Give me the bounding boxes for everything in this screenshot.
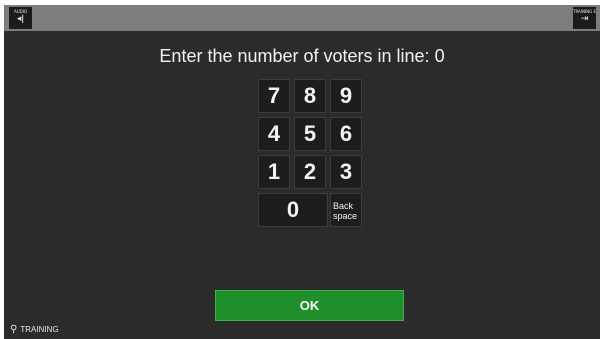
audio-button-caption: AUDIO bbox=[13, 9, 28, 14]
exit-icon: ⇥ bbox=[580, 14, 589, 24]
voter-count-prompt: Enter the number of voters in line: 0 bbox=[159, 46, 445, 66]
lightbulb-icon: ⚲ bbox=[10, 324, 18, 335]
speaker-icon: ◂ǀ bbox=[16, 14, 25, 24]
backspace-label-line1: Back bbox=[333, 201, 354, 211]
training-status: ⚲ TRAINING bbox=[10, 323, 59, 337]
ok-button[interactable]: OK bbox=[215, 290, 404, 321]
training-label: TRAINING bbox=[20, 325, 59, 334]
audio-button[interactable]: AUDIO ◂ǀ bbox=[9, 7, 32, 29]
key-4[interactable]: 4 bbox=[258, 117, 290, 151]
key-7[interactable]: 7 bbox=[258, 79, 290, 113]
key-9[interactable]: 9 bbox=[330, 79, 362, 113]
numeric-keypad: 7 8 9 4 5 6 1 2 3 0 Back space bbox=[258, 79, 362, 231]
key-1[interactable]: 1 bbox=[258, 155, 290, 189]
key-6[interactable]: 6 bbox=[330, 117, 362, 151]
exit-button-caption: TRAINING EXIT bbox=[573, 9, 596, 14]
screen: AUDIO ◂ǀ TRAINING EXIT ⇥ Enter the numbe… bbox=[4, 5, 600, 339]
exit-training-button[interactable]: TRAINING EXIT ⇥ bbox=[573, 7, 596, 29]
key-2[interactable]: 2 bbox=[294, 155, 326, 189]
backspace-label-line2: space bbox=[333, 211, 358, 221]
top-bar: AUDIO ◂ǀ TRAINING EXIT ⇥ bbox=[4, 5, 600, 31]
backspace-key[interactable]: Back space bbox=[330, 193, 362, 227]
key-0[interactable]: 0 bbox=[258, 193, 328, 227]
key-8[interactable]: 8 bbox=[294, 79, 326, 113]
key-5[interactable]: 5 bbox=[294, 117, 326, 151]
key-3[interactable]: 3 bbox=[330, 155, 362, 189]
